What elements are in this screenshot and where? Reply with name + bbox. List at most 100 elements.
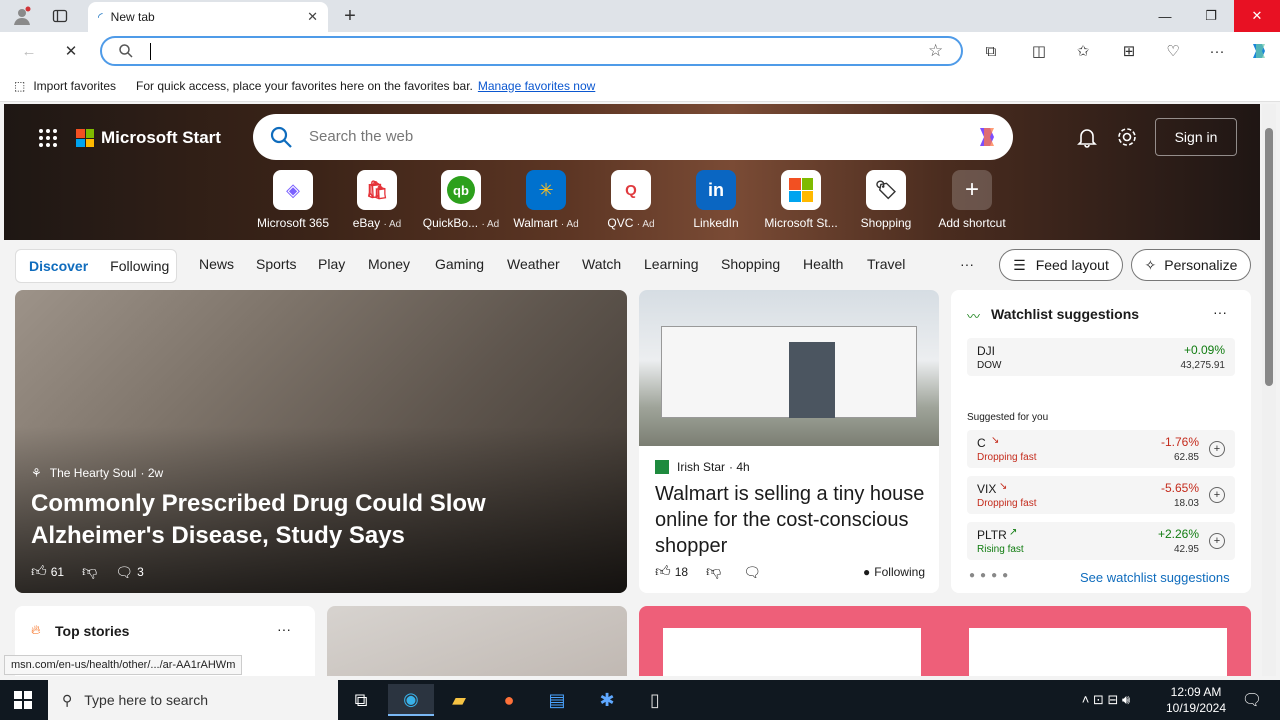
- notifications-bell-icon[interactable]: [1076, 126, 1098, 151]
- news-card-image[interactable]: [327, 606, 627, 676]
- like-icon[interactable]: 👍︎: [31, 563, 47, 581]
- app-launcher-icon[interactable]: [38, 128, 58, 151]
- stock-row-vix[interactable]: VIX ↘ Dropping fast -5.65% 18.03 +: [967, 476, 1235, 514]
- tab-watch[interactable]: Watch: [582, 256, 621, 272]
- shortcut-qvc[interactable]: Q QVC · Ad: [589, 170, 673, 230]
- file-explorer-icon[interactable]: ▰: [436, 684, 482, 716]
- add-shortcut-button[interactable]: + Add shortcut: [930, 170, 1014, 230]
- comment-icon[interactable]: 🗨: [743, 564, 761, 581]
- card-headline[interactable]: Walmart is selling a tiny house online f…: [655, 481, 925, 559]
- feed-mode-switcher: Discover Following: [15, 249, 177, 283]
- following-label[interactable]: Following: [874, 565, 925, 579]
- restore-icon[interactable]: ❐: [1188, 0, 1234, 32]
- system-tray-icons[interactable]: ˄ ⊡ ⊟ 🔊︎: [1056, 684, 1156, 716]
- taskbar-search-box[interactable]: ⚲ Type here to search: [48, 680, 338, 720]
- tab-discover[interactable]: Discover: [29, 258, 88, 274]
- favorites-icon[interactable]: ✩: [1068, 38, 1098, 64]
- down-arrow-icon: ↘: [991, 435, 1000, 446]
- edge-icon[interactable]: ◉: [388, 684, 434, 716]
- comment-icon[interactable]: 🗨: [115, 564, 133, 581]
- tab-new-tab[interactable]: ◜ New tab ✕: [88, 2, 328, 32]
- tab-following[interactable]: Following: [110, 258, 169, 274]
- feed-layout-button[interactable]: ☰ Feed layout: [999, 249, 1123, 281]
- dislike-icon[interactable]: 👎︎: [82, 563, 97, 581]
- shortcut-microsoft-365[interactable]: ◈ Microsoft 365: [251, 170, 335, 230]
- browser-essentials-icon[interactable]: ♡: [1158, 38, 1188, 64]
- see-watchlist-link[interactable]: See watchlist suggestions: [1080, 570, 1230, 585]
- search-icon: ⚲: [62, 691, 73, 708]
- flame-icon: 🔥︎: [31, 622, 41, 637]
- chart-app-icon[interactable]: ▤: [534, 684, 580, 716]
- tab-learning[interactable]: Learning: [644, 256, 699, 272]
- add-to-watchlist-button[interactable]: +: [1209, 487, 1225, 503]
- profile-icon[interactable]: [2, 0, 42, 32]
- firefox-icon[interactable]: ●: [486, 684, 532, 716]
- sign-in-button[interactable]: Sign in: [1155, 118, 1237, 156]
- address-bar[interactable]: ☆: [100, 36, 963, 66]
- shortcut-shopping[interactable]: 🏷 Shopping: [844, 170, 928, 230]
- following-check-icon: ●: [863, 565, 871, 579]
- sparkle-icon: ✧: [1144, 256, 1157, 273]
- settings-more-icon[interactable]: ···: [1202, 38, 1232, 64]
- tab-shopping[interactable]: Shopping: [721, 256, 780, 272]
- scroll-thumb[interactable]: [1265, 128, 1273, 386]
- tab-play[interactable]: Play: [318, 256, 345, 272]
- stop-loading-icon[interactable]: ✕: [56, 38, 86, 64]
- stock-row-pltr[interactable]: PLTR ↗ Rising fast +2.26% 42.95 +: [967, 522, 1235, 560]
- settings-gear-icon[interactable]: [1116, 126, 1138, 151]
- watchlist-more-button[interactable]: ···: [1213, 304, 1227, 320]
- tab-actions-icon[interactable]: [40, 0, 80, 32]
- collections-icon[interactable]: ⊞: [1114, 38, 1144, 64]
- shortcut-quickbooks[interactable]: qb QuickBo... · Ad: [419, 170, 503, 230]
- tab-travel[interactable]: Travel: [867, 256, 905, 272]
- notifications-icon[interactable]: 🗨: [1232, 684, 1272, 716]
- microsoft-start-logo[interactable]: Microsoft Start: [76, 128, 221, 148]
- shortcut-linkedin[interactable]: in LinkedIn: [674, 170, 758, 230]
- tab-money[interactable]: Money: [368, 256, 410, 272]
- document-app-icon[interactable]: ▯: [632, 684, 678, 716]
- card-headline[interactable]: Commonly Prescribed Drug Could Slow Alzh…: [31, 488, 611, 552]
- new-tab-icon[interactable]: +: [330, 0, 370, 32]
- page-scrollbar[interactable]: [1262, 104, 1276, 676]
- stock-row-c[interactable]: C ↘ Dropping fast -1.76% 62.85 +: [967, 430, 1235, 468]
- tab-health[interactable]: Health: [803, 256, 843, 272]
- page-content: Microsoft Start Search the web Sign in ◈…: [4, 104, 1260, 676]
- split-screen-icon[interactable]: ◫: [1024, 38, 1054, 64]
- top-stories-more-button[interactable]: ···: [277, 621, 291, 637]
- close-window-icon[interactable]: ✕: [1234, 0, 1280, 32]
- dislike-icon[interactable]: 👎︎: [706, 563, 721, 581]
- shortcut-ebay[interactable]: 🛍 eBay · Ad: [335, 170, 419, 230]
- web-search-box[interactable]: Search the web: [253, 114, 1013, 160]
- task-view-icon[interactable]: ⧉: [338, 684, 384, 716]
- clock-date: 10/19/2024: [1165, 701, 1227, 715]
- personalize-button[interactable]: ✧ Personalize: [1131, 249, 1251, 281]
- close-tab-icon[interactable]: ✕: [307, 9, 318, 25]
- copilot-icon[interactable]: [973, 123, 1001, 154]
- import-favorites-button[interactable]: Import favorites: [33, 79, 116, 93]
- shortcut-walmart[interactable]: ✳ Walmart · Ad: [504, 170, 588, 230]
- add-to-watchlist-button[interactable]: +: [1209, 441, 1225, 457]
- tab-news[interactable]: News: [199, 256, 234, 272]
- ad-card[interactable]: [639, 606, 1251, 676]
- taskbar-clock[interactable]: 12:09 AM 10/19/2024: [1162, 684, 1230, 716]
- minimize-icon[interactable]: —: [1142, 0, 1188, 32]
- back-icon[interactable]: ←: [14, 38, 44, 64]
- like-icon[interactable]: 👍︎: [655, 563, 671, 581]
- extensions-icon[interactable]: ⧉: [976, 38, 1006, 64]
- news-card-tiny-house[interactable]: Irish Star · 4h Walmart is selling a tin…: [639, 290, 939, 593]
- pagination-dots[interactable]: ●●●●: [969, 570, 1013, 581]
- tab-weather[interactable]: Weather: [507, 256, 560, 272]
- add-to-watchlist-button[interactable]: +: [1209, 533, 1225, 549]
- windows-start-icon[interactable]: [0, 684, 46, 716]
- top-stories-title: Top stories: [55, 623, 130, 639]
- favorite-star-icon[interactable]: ☆: [928, 41, 943, 61]
- copilot-icon[interactable]: [1244, 38, 1274, 64]
- stock-row-dji[interactable]: DJI DOW +0.09% 43,275.91: [967, 338, 1235, 376]
- network-app-icon[interactable]: ✱: [584, 684, 630, 716]
- tab-gaming[interactable]: Gaming: [435, 256, 484, 272]
- news-card-alzheimers[interactable]: ⚘ The Hearty Soul · 2w Commonly Prescrib…: [15, 290, 627, 593]
- manage-favorites-link[interactable]: Manage favorites now: [478, 79, 595, 93]
- shortcut-microsoft-store[interactable]: Microsoft St...: [759, 170, 843, 230]
- more-tabs-button[interactable]: ···: [960, 256, 974, 272]
- tab-sports[interactable]: Sports: [256, 256, 296, 272]
